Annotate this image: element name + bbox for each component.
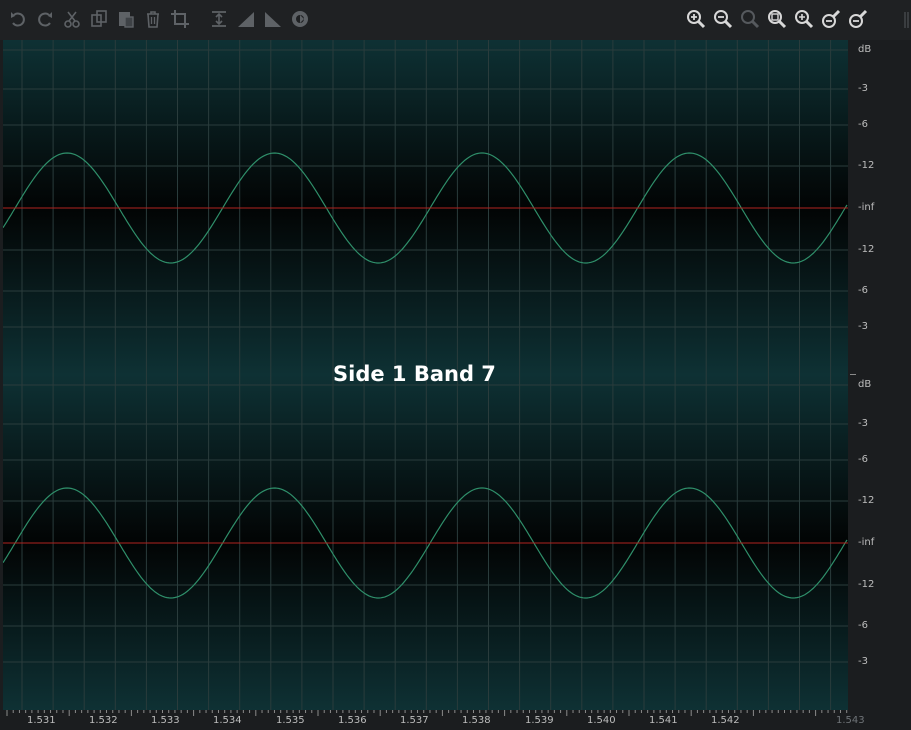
channel-divider <box>850 374 856 375</box>
db-label: dB <box>858 44 872 55</box>
paste-icon[interactable] <box>115 8 137 30</box>
zoom-out-icon[interactable] <box>712 8 734 30</box>
delete-icon[interactable] <box>142 8 164 30</box>
normalize-icon[interactable] <box>208 8 230 30</box>
db-label: -inf <box>858 202 875 213</box>
redo-icon[interactable] <box>34 8 56 30</box>
crop-icon[interactable] <box>169 8 191 30</box>
time-tick-label: 1.538 <box>462 715 491 726</box>
db-label: -12 <box>858 579 875 590</box>
time-tick-label: 1.534 <box>213 715 242 726</box>
toolbar <box>0 0 911 40</box>
db-label: -6 <box>858 285 868 296</box>
db-ruler[interactable]: dB -3 -6 -12 -inf -12 -6 -3 dB -3 -6 -12… <box>848 40 911 710</box>
time-tick-label: 1.541 <box>649 715 678 726</box>
time-tick-label: 1.537 <box>400 715 429 726</box>
db-label: -12 <box>858 244 875 255</box>
db-label: dB <box>858 379 872 390</box>
time-tick-label: 1.543 <box>836 715 865 726</box>
db-label: -6 <box>858 454 868 465</box>
fade-out-icon[interactable] <box>262 8 284 30</box>
time-tick-label: 1.536 <box>338 715 367 726</box>
zoom-selection-icon[interactable] <box>739 8 761 30</box>
cut-icon[interactable] <box>61 8 83 30</box>
toolbar-grip-icon[interactable] <box>903 12 911 28</box>
time-tick-label: 1.542 <box>711 715 740 726</box>
copy-icon[interactable] <box>88 8 110 30</box>
time-tick-label: 1.539 <box>525 715 554 726</box>
time-ruler-ticks <box>6 710 848 716</box>
zoom-in-icon[interactable] <box>685 8 707 30</box>
db-label: -6 <box>858 620 868 631</box>
db-label: -3 <box>858 83 868 94</box>
db-label: -12 <box>858 495 875 506</box>
db-label: -12 <box>858 160 875 171</box>
time-ruler[interactable]: 1.531 1.532 1.533 1.534 1.535 1.536 1.53… <box>0 710 911 730</box>
db-label: -3 <box>858 418 868 429</box>
db-label: -3 <box>858 656 868 667</box>
zoom-out-vertical-icon[interactable] <box>820 8 842 30</box>
time-tick-label: 1.531 <box>27 715 56 726</box>
time-tick-label: 1.540 <box>587 715 616 726</box>
file-title-overlay: Side 1 Band 7 <box>333 362 496 386</box>
undo-icon[interactable] <box>7 8 29 30</box>
zoom-full-icon[interactable] <box>766 8 788 30</box>
time-tick-label: 1.532 <box>89 715 118 726</box>
db-label: -6 <box>858 119 868 130</box>
db-label: -inf <box>858 537 875 548</box>
time-tick-label: 1.535 <box>276 715 305 726</box>
time-tick-label: 1.533 <box>151 715 180 726</box>
zoom-in-vertical-icon[interactable] <box>793 8 815 30</box>
zoom-reset-vertical-icon[interactable] <box>847 8 869 30</box>
process-icon[interactable] <box>289 8 311 30</box>
fade-in-icon[interactable] <box>235 8 257 30</box>
db-label: -3 <box>858 321 868 332</box>
